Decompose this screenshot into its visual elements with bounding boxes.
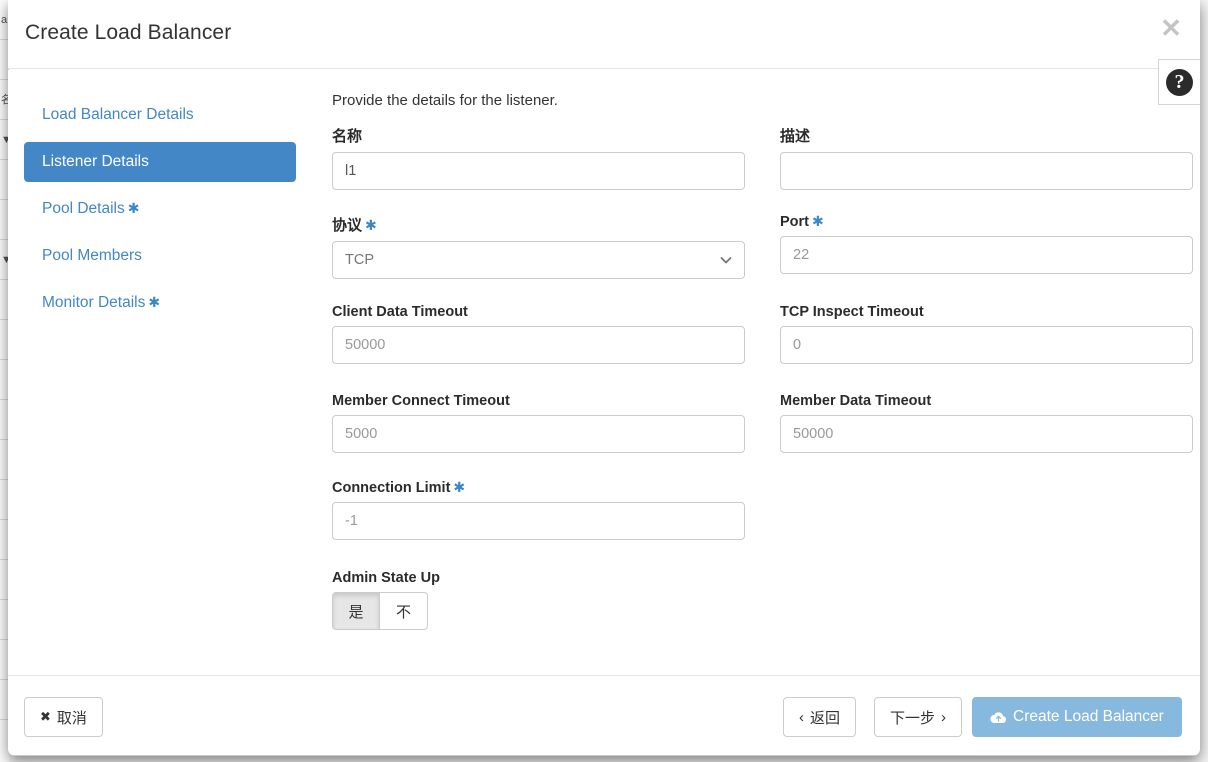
- field-client-data-timeout: Client Data Timeout: [332, 304, 745, 364]
- field-label-description: 描述: [780, 128, 811, 145]
- field-tcp-inspect-timeout: TCP Inspect Timeout: [780, 304, 1193, 364]
- client-data-timeout-input[interactable]: [332, 326, 745, 364]
- field-admin-state-up: Admin State Up 是 不: [332, 570, 745, 630]
- field-label-member-data-timeout: Member Data Timeout: [780, 393, 932, 409]
- admin-state-up-toggle: 是 不: [332, 592, 745, 630]
- field-port: Port ✱: [780, 214, 1193, 274]
- chevron-left-icon: ‹: [799, 708, 804, 726]
- member-data-timeout-input[interactable]: [780, 415, 1193, 453]
- create-load-balancer-button[interactable]: Create Load Balancer: [972, 697, 1182, 737]
- field-label-client-data-timeout: Client Data Timeout: [332, 304, 468, 320]
- sidebar-item-load-balancer-details[interactable]: Load Balancer Details: [24, 95, 296, 135]
- tcp-inspect-timeout-input[interactable]: [780, 326, 1193, 364]
- chevron-right-icon: ›: [941, 708, 947, 726]
- next-button[interactable]: 下一步 ›: [874, 697, 963, 737]
- listener-details-form: Provide the details for the listener. 名称…: [332, 70, 1200, 675]
- page-title: Create Load Balancer: [25, 21, 232, 44]
- name-input[interactable]: [332, 152, 745, 190]
- modal-body: Load Balancer Details Listener Details P…: [8, 70, 1200, 675]
- sidebar-item-label: Monitor Details: [42, 294, 146, 311]
- field-name: 名称: [332, 125, 745, 190]
- admin-state-up-yes-button[interactable]: 是: [332, 592, 380, 630]
- sidebar-item-label: Pool Details: [42, 200, 125, 217]
- required-asterisk-icon: ✱: [127, 201, 140, 217]
- port-input[interactable]: [780, 236, 1193, 274]
- cancel-button[interactable]: ✖ 取消: [24, 697, 103, 737]
- required-asterisk-icon: ✱: [148, 295, 161, 311]
- create-load-balancer-button-label: Create Load Balancer: [1013, 708, 1164, 725]
- back-button[interactable]: ‹ 返回: [783, 697, 857, 737]
- required-asterisk-icon: ✱: [365, 218, 377, 234]
- field-member-data-timeout: Member Data Timeout: [780, 393, 1193, 453]
- cloud-upload-icon: [990, 711, 1007, 723]
- required-asterisk-icon: ✱: [453, 480, 466, 496]
- field-member-connect-timeout: Member Connect Timeout: [332, 393, 745, 453]
- next-button-label: 下一步: [890, 709, 936, 727]
- protocol-select[interactable]: TCP: [332, 241, 745, 279]
- wizard-nav: Load Balancer Details Listener Details P…: [24, 95, 296, 330]
- sidebar-item-label: Pool Members: [42, 247, 142, 264]
- required-asterisk-icon: ✱: [812, 214, 824, 230]
- help-circle-icon: ?: [1166, 68, 1193, 96]
- sidebar-item-listener-details[interactable]: Listener Details: [24, 142, 296, 182]
- field-label-name: 名称: [332, 128, 363, 145]
- field-description: 描述: [780, 125, 1193, 190]
- field-connection-limit: Connection Limit ✱: [332, 480, 745, 540]
- field-label-protocol: 协议 ✱: [332, 217, 377, 234]
- cancel-button-label: 取消: [56, 709, 87, 727]
- back-button-label: 返回: [810, 709, 841, 727]
- modal-header: Create Load Balancer ✕: [8, 0, 1200, 69]
- sidebar-item-monitor-details[interactable]: Monitor Details ✱: [24, 283, 296, 323]
- modal-footer: ✖ 取消 ‹ 返回 下一步 › Create Load Balancer: [8, 675, 1200, 755]
- help-button[interactable]: ?: [1158, 59, 1200, 105]
- field-label-port: Port ✱: [780, 214, 824, 230]
- member-connect-timeout-input[interactable]: [332, 415, 745, 453]
- field-label-connection-limit: Connection Limit ✱: [332, 480, 466, 496]
- field-protocol: 协议 ✱ TCP: [332, 214, 745, 279]
- admin-state-up-no-button[interactable]: 不: [380, 592, 428, 630]
- field-label-member-connect-timeout: Member Connect Timeout: [332, 393, 510, 409]
- field-label-admin-state-up: Admin State Up: [332, 570, 440, 586]
- connection-limit-input[interactable]: [332, 502, 745, 540]
- sidebar-item-label: Load Balancer Details: [42, 106, 194, 123]
- sidebar-item-pool-members[interactable]: Pool Members: [24, 236, 296, 276]
- sidebar-item-pool-details[interactable]: Pool Details ✱: [24, 189, 296, 229]
- close-icon[interactable]: ✕: [1158, 15, 1184, 41]
- sidebar-item-label: Listener Details: [42, 153, 149, 170]
- form-intro-text: Provide the details for the listener.: [332, 92, 558, 109]
- description-input[interactable]: [780, 152, 1193, 190]
- x-icon: ✖: [40, 709, 51, 725]
- field-label-tcp-inspect-timeout: TCP Inspect Timeout: [780, 304, 924, 320]
